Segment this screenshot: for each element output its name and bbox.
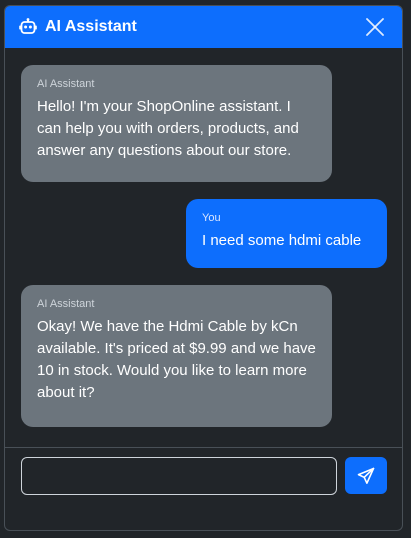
chat-header: AI Assistant — [5, 6, 402, 48]
composer — [5, 448, 402, 528]
message-sender: AI Assistant — [37, 78, 95, 90]
close-icon[interactable] — [364, 16, 386, 38]
message-text: Okay! We have the Hdmi Cable by kCn avai… — [37, 318, 316, 401]
header-title-group: AI Assistant — [19, 18, 137, 36]
message-input[interactable] — [21, 457, 337, 495]
chat-title: AI Assistant — [45, 18, 137, 35]
message-list[interactable]: AI Assistant Hello! I'm your ShopOnline … — [5, 48, 402, 447]
message-text: I need some hdmi cable — [202, 232, 362, 249]
message-sender: You — [202, 212, 221, 224]
send-button[interactable] — [345, 457, 387, 494]
assistant-message: AI Assistant Okay! We have the Hdmi Cabl… — [21, 285, 332, 427]
chat-window: AI Assistant AI Assistant Hello! I'm you… — [4, 5, 403, 531]
assistant-message: AI Assistant Hello! I'm your ShopOnline … — [21, 65, 332, 182]
robot-icon — [19, 18, 37, 36]
message-sender: AI Assistant — [37, 298, 95, 310]
user-message: You I need some hdmi cable — [186, 199, 387, 268]
send-icon — [357, 467, 375, 485]
message-text: Hello! I'm your ShopOnline assistant. I … — [37, 98, 299, 159]
